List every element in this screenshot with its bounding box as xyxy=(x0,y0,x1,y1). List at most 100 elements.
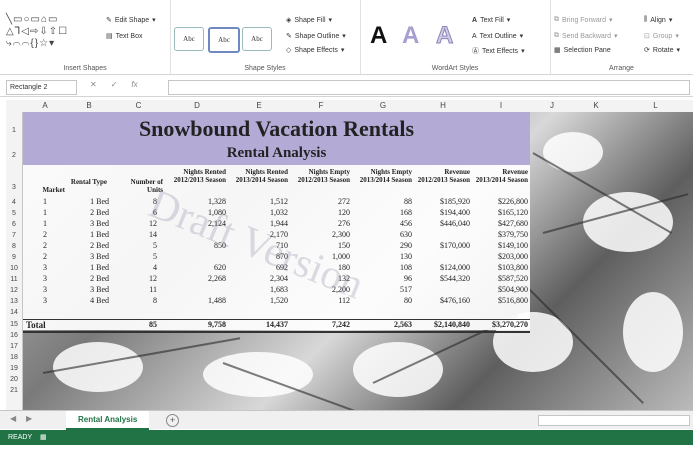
shape-style-3[interactable]: Abc xyxy=(242,27,272,51)
total-revenue-1314[interactable]: $3,270,270 xyxy=(472,320,528,330)
cell-rented-1213[interactable]: 620 xyxy=(166,263,226,273)
text-outline-button[interactable]: A Text Outline ▾ xyxy=(472,32,523,41)
add-sheet-icon[interactable]: + xyxy=(166,414,179,427)
cell-revenue-1213[interactable]: $185,920 xyxy=(414,197,470,207)
cell-units[interactable]: 4 xyxy=(111,263,157,273)
send-backward-button[interactable]: ⧉ Send Backward ▾ xyxy=(554,32,618,40)
text-effects-button[interactable]: Ⓐ Text Effects ▾ xyxy=(472,46,525,56)
row-header[interactable]: 7 xyxy=(6,230,23,241)
cell-units[interactable]: 14 xyxy=(111,230,157,240)
cell-empty-1213[interactable]: 276 xyxy=(290,219,350,229)
cell-rental-type[interactable]: 3 Bed xyxy=(67,252,109,262)
cell-units[interactable]: 8 xyxy=(111,296,157,306)
cell-revenue-1314[interactable]: $203,000 xyxy=(472,252,528,262)
shape-effects-button[interactable]: ◇ Shape Effects ▾ xyxy=(286,46,344,55)
total-rented-1213[interactable]: 9,758 xyxy=(166,320,226,330)
cell-revenue-1213[interactable]: $124,000 xyxy=(414,263,470,273)
shape-fill-button[interactable]: ◈ Shape Fill ▾ xyxy=(286,16,332,25)
cell-revenue-1314[interactable]: $226,800 xyxy=(472,197,528,207)
total-units[interactable]: 85 xyxy=(111,320,157,330)
cell-empty-1314[interactable]: 630 xyxy=(352,230,412,240)
row-header[interactable]: 11 xyxy=(6,274,23,285)
row-header[interactable]: 1 xyxy=(6,112,23,143)
cell-revenue-1314[interactable]: $504,900 xyxy=(472,285,528,295)
prev-sheet-icon[interactable]: ◀ xyxy=(10,414,16,423)
row-header[interactable]: 14 xyxy=(6,307,23,319)
text-box-button[interactable]: ▤ Text Box xyxy=(106,32,142,41)
row-header[interactable]: 10 xyxy=(6,263,23,274)
cell-rental-type[interactable]: 2 Bed xyxy=(67,208,109,218)
horizontal-scrollbar[interactable] xyxy=(538,415,690,426)
cell-revenue-1314[interactable]: $103,800 xyxy=(472,263,528,273)
fx-icon[interactable]: fx xyxy=(131,80,137,89)
cell-revenue-1213[interactable]: $446,040 xyxy=(414,219,470,229)
row-header[interactable]: 13 xyxy=(6,296,23,307)
cell-revenue-1213[interactable]: $544,320 xyxy=(414,274,470,284)
wordart-style-3[interactable]: A xyxy=(435,22,453,50)
wordart-style-1[interactable]: A xyxy=(370,22,387,50)
text-fill-button[interactable]: A Text Fill ▾ xyxy=(472,16,510,25)
cell-empty-1314[interactable]: 80 xyxy=(352,296,412,306)
total-rented-1314[interactable]: 14,437 xyxy=(228,320,288,330)
cell-rental-type[interactable]: 1 Bed xyxy=(67,230,109,240)
cell-empty-1213[interactable]: 272 xyxy=(290,197,350,207)
cell-revenue-1213[interactable]: $476,160 xyxy=(414,296,470,306)
row-header[interactable]: 15 xyxy=(6,319,23,330)
edit-shape-button[interactable]: ✎ Edit Shape ▾ xyxy=(106,16,156,25)
row-header[interactable]: 16 xyxy=(6,330,23,341)
enter-icon[interactable]: ✓ xyxy=(111,80,118,89)
cell-rented-1314[interactable]: 1,683 xyxy=(228,285,288,295)
shape-style-1[interactable]: Abc xyxy=(174,27,204,51)
formula-input[interactable] xyxy=(168,80,690,95)
cell-revenue-1314[interactable]: $587,520 xyxy=(472,274,528,284)
group-button[interactable]: ⊡ Group ▾ xyxy=(644,32,679,41)
selection-pane-button[interactable]: ▦ Selection Pane xyxy=(554,46,611,55)
wordart-style-2[interactable]: A xyxy=(402,22,419,50)
cell-empty-1314[interactable]: 456 xyxy=(352,219,412,229)
align-button[interactable]: ⫼ Align ▾ xyxy=(644,16,672,24)
row-header[interactable]: 12 xyxy=(6,285,23,296)
total-revenue-1213[interactable]: $2,140,840 xyxy=(414,320,470,330)
cell-empty-1314[interactable]: 168 xyxy=(352,208,412,218)
row-header[interactable]: 4 xyxy=(6,197,23,208)
cancel-icon[interactable]: ✕ xyxy=(90,80,97,89)
total-empty-1314[interactable]: 2,563 xyxy=(352,320,412,330)
cell-rented-1314[interactable]: 1,520 xyxy=(228,296,288,306)
name-box[interactable]: Rectangle 2 xyxy=(6,80,77,95)
cell-rented-1314[interactable]: 1,512 xyxy=(228,197,288,207)
cell-revenue-1213[interactable]: $194,400 xyxy=(414,208,470,218)
cell-rental-type[interactable]: 3 Bed xyxy=(67,285,109,295)
cell-rented-1213[interactable]: 1,488 xyxy=(166,296,226,306)
bring-forward-button[interactable]: ⧉ Bring Forward ▾ xyxy=(554,16,612,24)
cell-revenue-1314[interactable]: $165,120 xyxy=(472,208,528,218)
cell-revenue-1314[interactable]: $427,680 xyxy=(472,219,528,229)
cell-market[interactable]: 3 xyxy=(23,263,67,273)
cell-revenue-1314[interactable]: $149,100 xyxy=(472,241,528,251)
row-header[interactable]: 2 xyxy=(6,143,23,165)
row-header[interactable]: 8 xyxy=(6,241,23,252)
shape-outline-button[interactable]: ✎ Shape Outline ▾ xyxy=(286,32,346,41)
row-header[interactable]: 3 xyxy=(6,165,23,197)
cell-rented-1213[interactable]: 2,268 xyxy=(166,274,226,284)
cell-revenue-1314[interactable]: $379,750 xyxy=(472,230,528,240)
cell-market[interactable]: 2 xyxy=(23,252,67,262)
cell-units[interactable]: 5 xyxy=(111,241,157,251)
cell-revenue-1213[interactable]: $170,000 xyxy=(414,241,470,251)
row-header[interactable]: 9 xyxy=(6,252,23,263)
cell-market[interactable]: 3 xyxy=(23,274,67,284)
shapes-gallery[interactable]: ╲▭○▭⌂▭ △⅂◁⇨⇩⇧☐ ⤷⌒⌒{}☆▾ xyxy=(6,14,104,50)
cell-empty-1314[interactable]: 290 xyxy=(352,241,412,251)
cell-empty-1213[interactable]: 120 xyxy=(290,208,350,218)
cell-rental-type[interactable]: 4 Bed xyxy=(67,296,109,306)
cell-units[interactable]: 5 xyxy=(111,252,157,262)
cell-market[interactable]: 1 xyxy=(23,197,67,207)
cell-market[interactable]: 1 xyxy=(23,219,67,229)
cell-empty-1314[interactable]: 88 xyxy=(352,197,412,207)
cell-market[interactable]: 2 xyxy=(23,241,67,251)
tab-rental-analysis[interactable]: Rental Analysis xyxy=(66,411,150,430)
total-empty-1213[interactable]: 7,242 xyxy=(290,320,350,330)
cell-market[interactable]: 1 xyxy=(23,208,67,218)
next-sheet-icon[interactable]: ▶ xyxy=(26,414,32,423)
rotate-button[interactable]: ⟳ Rotate ▾ xyxy=(644,46,680,55)
cell-market[interactable]: 2 xyxy=(23,230,67,240)
